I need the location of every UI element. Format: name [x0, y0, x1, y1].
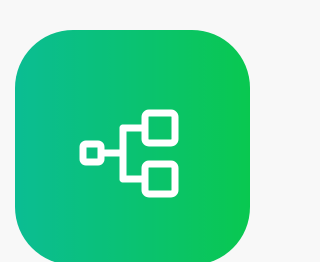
hierarchy-icon — [79, 105, 184, 200]
app-icon-canvas — [0, 0, 265, 262]
app-icon-tile[interactable] — [15, 30, 250, 262]
